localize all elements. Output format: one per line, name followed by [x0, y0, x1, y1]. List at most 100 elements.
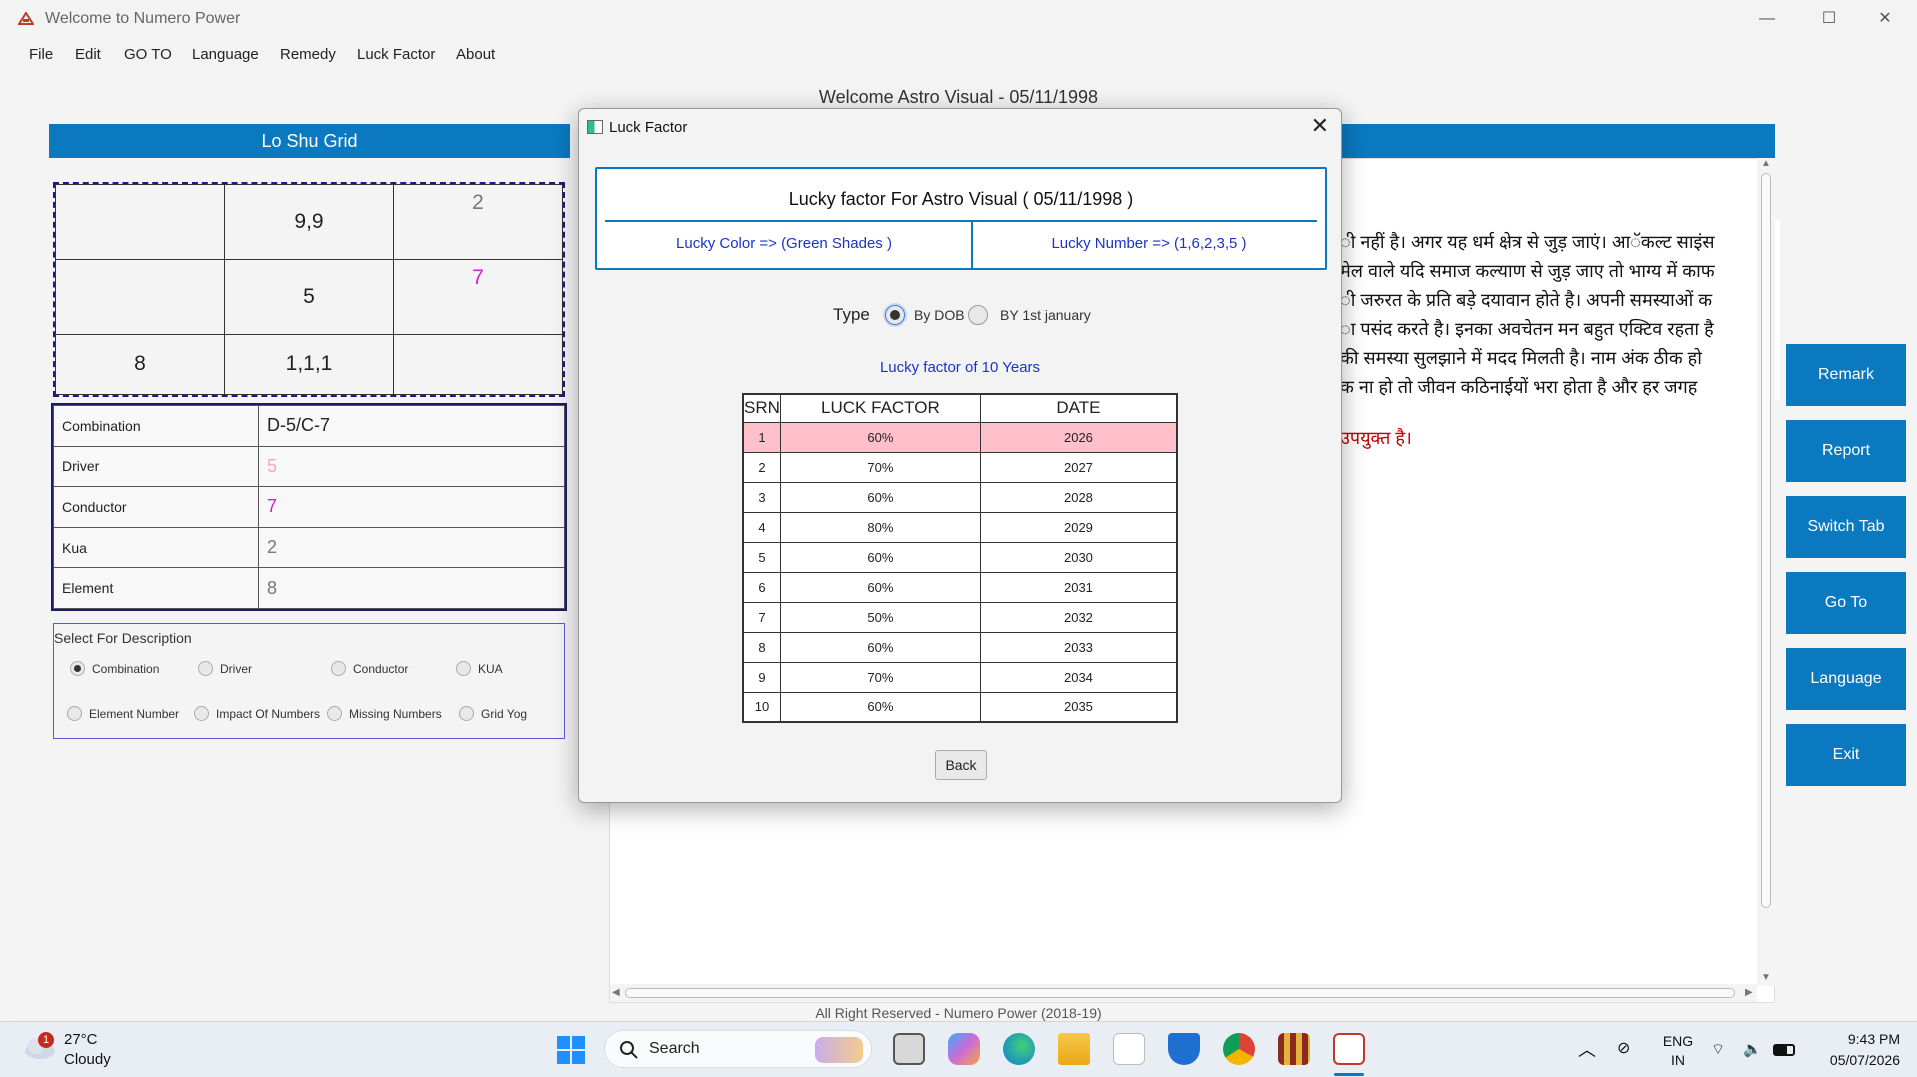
notifications-off-icon[interactable]: ⊘ [1617, 1038, 1630, 1058]
language-button[interactable]: Language [1786, 648, 1906, 710]
ten-years-title: Lucky factor of 10 Years [879, 359, 1041, 376]
radio-combination[interactable]: Combination [70, 661, 159, 676]
weather-condition: Cloudy [64, 1051, 111, 1068]
menu-remedy[interactable]: Remedy [280, 46, 336, 63]
menu-file[interactable]: File [29, 46, 53, 63]
radio-indicator[interactable] [194, 706, 209, 721]
taskbar-search[interactable]: Search [604, 1030, 872, 1068]
exit-button[interactable]: Exit [1786, 724, 1906, 786]
windows-start-icon[interactable] [556, 1035, 586, 1065]
store-icon[interactable] [1113, 1033, 1145, 1065]
edge-browser-icon[interactable] [1003, 1033, 1035, 1065]
radio-element-number[interactable]: Element Number [67, 706, 179, 721]
minimize-button[interactable]: — [1744, 6, 1790, 32]
table-cell: 5 [742, 541, 781, 573]
wifi-icon[interactable]: ⌔ [1711, 1040, 1725, 1059]
go-to-button[interactable]: Go To [1786, 572, 1906, 634]
radio-indicator[interactable] [456, 661, 471, 676]
task-view-icon[interactable] [893, 1033, 925, 1065]
battery-icon[interactable] [1773, 1044, 1795, 1056]
maximize-button[interactable]: ☐ [1806, 6, 1852, 32]
report-button[interactable]: Report [1786, 420, 1906, 482]
scroll-up-icon[interactable]: ▲ [1761, 158, 1771, 169]
radio-grid-yog[interactable]: Grid Yog [459, 706, 527, 721]
radio-indicator[interactable] [331, 661, 346, 676]
chrome-icon[interactable] [1223, 1033, 1255, 1065]
table-row[interactable]: 5 60% 2030 [742, 541, 1178, 573]
language-indicator-bottom[interactable]: IN [1660, 1052, 1696, 1068]
radio-conductor[interactable]: Conductor [331, 661, 408, 676]
menu-language[interactable]: Language [192, 46, 259, 63]
radio-indicator[interactable] [327, 706, 342, 721]
radio-indicator[interactable] [885, 305, 905, 325]
menu-luck-factor[interactable]: Luck Factor [357, 46, 435, 63]
language-indicator-top[interactable]: ENG [1660, 1033, 1696, 1049]
horizontal-scroll-thumb[interactable] [625, 988, 1735, 998]
radio-indicator[interactable] [459, 706, 474, 721]
scroll-right-icon[interactable]: ▶ [1745, 987, 1753, 998]
radio-indicator[interactable] [968, 305, 988, 325]
table-row[interactable]: 1 60% 2026 [742, 421, 1178, 453]
table-cell: 1 [742, 421, 781, 453]
table-row[interactable]: 10 60% 2035 [742, 691, 1178, 723]
radio-indicator[interactable] [67, 706, 82, 721]
radio-kua[interactable]: KUA [456, 661, 503, 676]
table-cell: 2030 [979, 541, 1178, 573]
radio-label: BY 1st january [1000, 307, 1091, 323]
description-red-line: उपयुक्त है। [1340, 428, 1412, 448]
numero-power-app-icon[interactable] [1333, 1033, 1365, 1065]
menu-goto[interactable]: GO TO [124, 46, 172, 63]
back-button[interactable]: Back [935, 750, 987, 780]
show-hidden-icons-chevron-icon[interactable]: ︿ [1578, 1036, 1596, 1062]
lucky-summary-box: Lucky factor For Astro Visual ( 05/11/19… [595, 167, 1327, 270]
scroll-left-icon[interactable]: ◀ [612, 987, 620, 998]
defender-shield-icon[interactable] [1168, 1033, 1200, 1065]
menu-edit[interactable]: Edit [75, 46, 101, 63]
table-row[interactable]: 3 60% 2028 [742, 481, 1178, 513]
clock-date[interactable]: 05/07/2026 [1800, 1052, 1900, 1068]
volume-icon[interactable]: 🔈 [1743, 1040, 1762, 1058]
search-highlight-icon [815, 1037, 863, 1063]
table-row[interactable]: 6 60% 2031 [742, 571, 1178, 603]
radio-by-1st-january[interactable]: BY 1st january [968, 305, 1091, 325]
table-cell: 60% [779, 691, 981, 723]
radio-indicator[interactable] [70, 661, 85, 676]
table-row[interactable]: 9 70% 2034 [742, 661, 1178, 693]
info-label: Driver [53, 445, 259, 488]
table-cell: 70% [779, 451, 981, 483]
table-row[interactable]: 8 60% 2033 [742, 631, 1178, 663]
copilot-icon[interactable] [948, 1033, 980, 1065]
table-cell: 2027 [979, 451, 1178, 483]
radio-driver[interactable]: Driver [198, 661, 252, 676]
footer-copyright: All Right Reserved - Numero Power (2018-… [815, 1005, 1102, 1021]
menu-about[interactable]: About [456, 46, 495, 63]
close-button[interactable]: ✕ [1862, 6, 1908, 32]
table-cell: 2029 [979, 511, 1178, 543]
table-row[interactable]: 2 70% 2027 [742, 451, 1178, 483]
description-line: मेल वाले यदि समाज कल्याण से जुड़ जाए तो … [1340, 261, 1715, 281]
table-row[interactable]: 4 80% 2029 [742, 511, 1178, 543]
radio-missing-numbers[interactable]: Missing Numbers [327, 706, 442, 721]
radio-impact-of-numbers[interactable]: Impact Of Numbers [194, 706, 320, 721]
radio-indicator[interactable] [198, 661, 213, 676]
luck-factor-table: SRN LUCK FACTOR DATE 1 60% 2026 2 70% 2027 3 60… [742, 393, 1178, 723]
switch-tab-button[interactable]: Switch Tab [1786, 496, 1906, 558]
table-cell: 60% [779, 421, 981, 453]
horizontal-scrollbar[interactable]: ◀ ▶ [610, 984, 1757, 1002]
remark-button[interactable]: Remark [1786, 344, 1906, 406]
vertical-scroll-thumb[interactable] [1761, 173, 1771, 908]
winrar-icon[interactable] [1278, 1033, 1310, 1065]
table-cell: 2033 [979, 631, 1178, 663]
dialog-close-icon[interactable]: ✕ [1311, 113, 1329, 139]
file-explorer-icon[interactable] [1058, 1033, 1090, 1065]
radio-by-dob[interactable]: By DOB [885, 305, 965, 325]
clock-time[interactable]: 9:43 PM [1800, 1031, 1900, 1047]
radio-label: KUA [478, 661, 503, 676]
scroll-down-icon[interactable]: ▼ [1761, 972, 1771, 983]
table-row[interactable]: 7 50% 2032 [742, 601, 1178, 633]
luck-factor-dialog: Luck Factor ✕ Lucky factor For Astro Vis… [578, 108, 1342, 803]
weather-badge: 1 [38, 1032, 54, 1048]
table-cell: 60% [779, 541, 981, 573]
vertical-scrollbar[interactable]: ▲ ▼ [1757, 158, 1775, 986]
window-title: Welcome to Numero Power [45, 10, 241, 27]
